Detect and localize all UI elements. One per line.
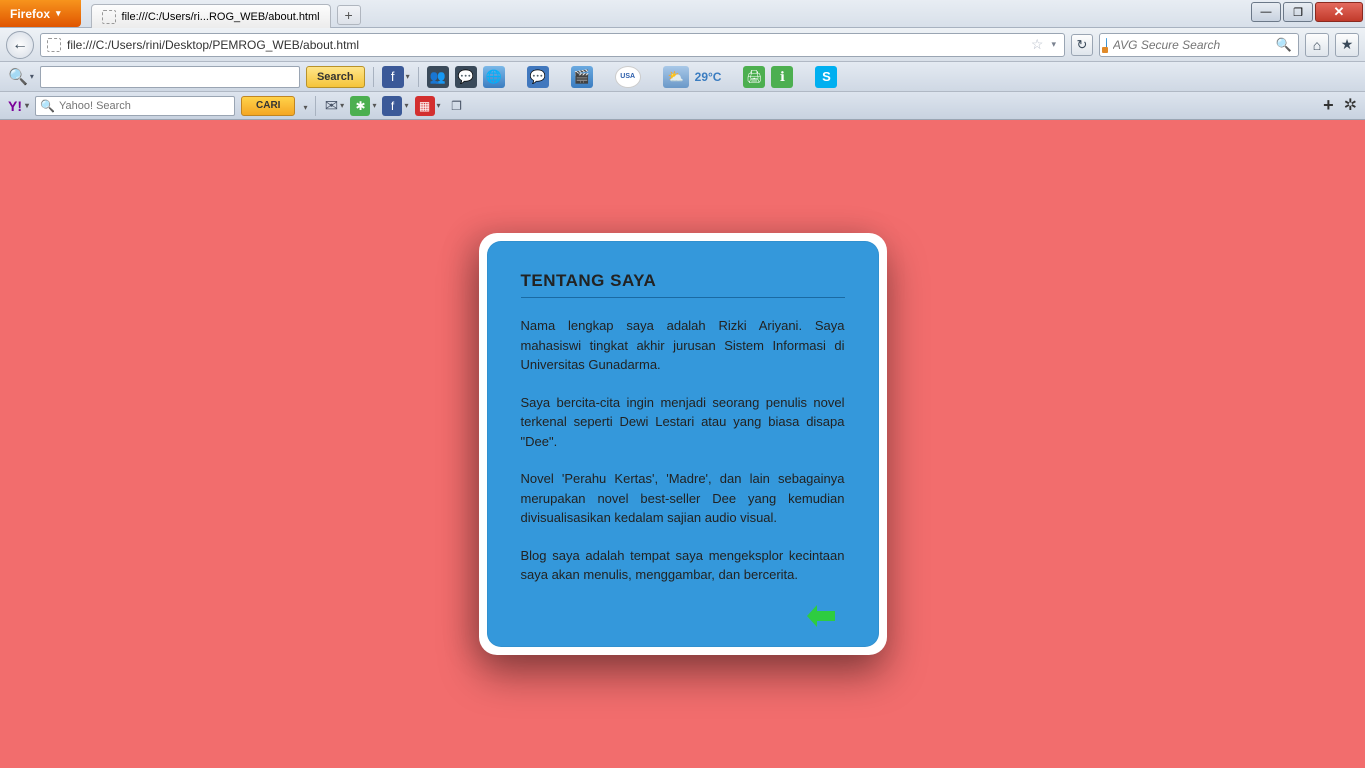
page-icon [102,10,116,24]
zoom-icon[interactable]: 🔍 [8,67,34,87]
url-dropdown-icon[interactable]: ▾ [1049,39,1058,50]
url-input[interactable] [67,38,1025,52]
reload-icon: ↻ [1077,37,1088,53]
arrow-left-icon[interactable] [805,603,839,629]
about-paragraph-2: Saya bercita-cita ingin menjadi seorang … [521,393,845,452]
home-button[interactable]: ⌂ [1305,33,1329,57]
navigation-bar: ← ☆ ▾ ↻ 🔍 ⌂ ★ [0,28,1365,62]
green-tool-dropdown[interactable]: ✱ [350,96,376,116]
window-controls: — ❐ ✕ [1251,0,1365,22]
add-button[interactable]: + [1323,95,1334,116]
tab-title: file:///C:/Users/ri...ROG_WEB/about.html [122,11,320,23]
bookmarks-button[interactable]: ★ [1335,33,1359,57]
minimize-button[interactable]: — [1251,2,1281,22]
about-paragraph-3: Novel 'Perahu Kertas', 'Madre', dan lain… [521,469,845,528]
separator [418,67,419,87]
search-input[interactable] [1113,38,1270,52]
red-tool-icon: ▦ [415,96,435,116]
about-paragraph-1: Nama lengkap saya adalah Rizki Ariyani. … [521,316,845,375]
new-tab-button[interactable]: + [337,5,361,25]
bookmarks-icon: ★ [1341,36,1354,53]
search-go-icon[interactable]: 🔍 [1276,37,1292,53]
page-content: TENTANG SAYA Nama lengkap saya adalah Ri… [0,120,1365,768]
settings-icon[interactable]: ✲ [1344,95,1357,116]
about-card: TENTANG SAYA Nama lengkap saya adalah Ri… [479,233,887,655]
avg-search-icon [1106,38,1107,52]
close-button[interactable]: ✕ [1315,2,1363,22]
weather-icon[interactable]: ⛅ [663,66,689,88]
globe-icon[interactable]: 🌐 [483,66,505,88]
pages-icon[interactable]: ❐ [447,96,467,116]
site-identity-icon [47,38,61,52]
cari-button[interactable]: CARI [241,96,295,116]
separator [373,67,374,87]
facebook-icon: f [382,66,404,88]
yahoo-toolbar: Y! 🔍 CARI ✉ ✱ f ▦ ❐ + ✲ [0,92,1365,120]
toolbar-right: + ✲ [1323,95,1357,116]
search-toolbar: 🔍 Search f 👥 💬 🌐 💬 🎬 USA ⛅ 29°C 🖨 ℹ S [0,62,1365,92]
message-icon[interactable]: 💬 [527,66,549,88]
yahoo-menu[interactable]: Y! [8,98,29,114]
back-link-container [521,603,845,629]
home-icon: ⌂ [1313,37,1321,53]
toolbar-search-input[interactable] [40,66,300,88]
cari-dropdown[interactable] [301,99,307,113]
yahoo-search-input[interactable] [59,100,230,112]
red-tool-dropdown[interactable]: ▦ [415,96,441,116]
bookmark-star-icon[interactable]: ☆ [1031,36,1044,53]
temperature-label[interactable]: 29°C [695,70,722,84]
arrow-left-icon: ← [12,36,28,54]
about-paragraph-4: Blog saya adalah tempat saya mengeksplor… [521,546,845,585]
reload-button[interactable]: ↻ [1071,34,1093,56]
mail-icon[interactable]: ✉ [324,96,344,116]
separator [315,96,316,116]
search-icon: 🔍 [40,99,55,113]
facebook-tool-dropdown[interactable]: f [382,96,408,116]
back-button[interactable]: ← [6,31,34,59]
search-bar[interactable]: 🔍 [1099,33,1299,57]
url-bar[interactable]: ☆ ▾ [40,33,1065,57]
browser-tab[interactable]: file:///C:/Users/ri...ROG_WEB/about.html [91,4,331,28]
maximize-button[interactable]: ❐ [1283,2,1313,22]
people-icon[interactable]: 👥 [427,66,449,88]
about-card-inner: TENTANG SAYA Nama lengkap saya adalah Ri… [487,241,879,647]
firefox-menu-button[interactable]: Firefox [0,0,81,27]
about-heading: TENTANG SAYA [521,271,845,298]
facebook-dropdown[interactable]: f [382,66,410,88]
info-icon[interactable]: ℹ [771,66,793,88]
print-icon[interactable]: 🖨 [743,66,765,88]
facebook-tool-icon: f [382,96,402,116]
usatoday-icon[interactable]: USA [615,66,641,88]
green-tool-icon: ✱ [350,96,370,116]
video-icon[interactable]: 🎬 [571,66,593,88]
chat-icon[interactable]: 💬 [455,66,477,88]
skype-icon[interactable]: S [815,66,837,88]
toolbar-search-button[interactable]: Search [306,66,365,88]
title-bar: Firefox file:///C:/Users/ri...ROG_WEB/ab… [0,0,1365,28]
yahoo-search-box[interactable]: 🔍 [35,96,235,116]
